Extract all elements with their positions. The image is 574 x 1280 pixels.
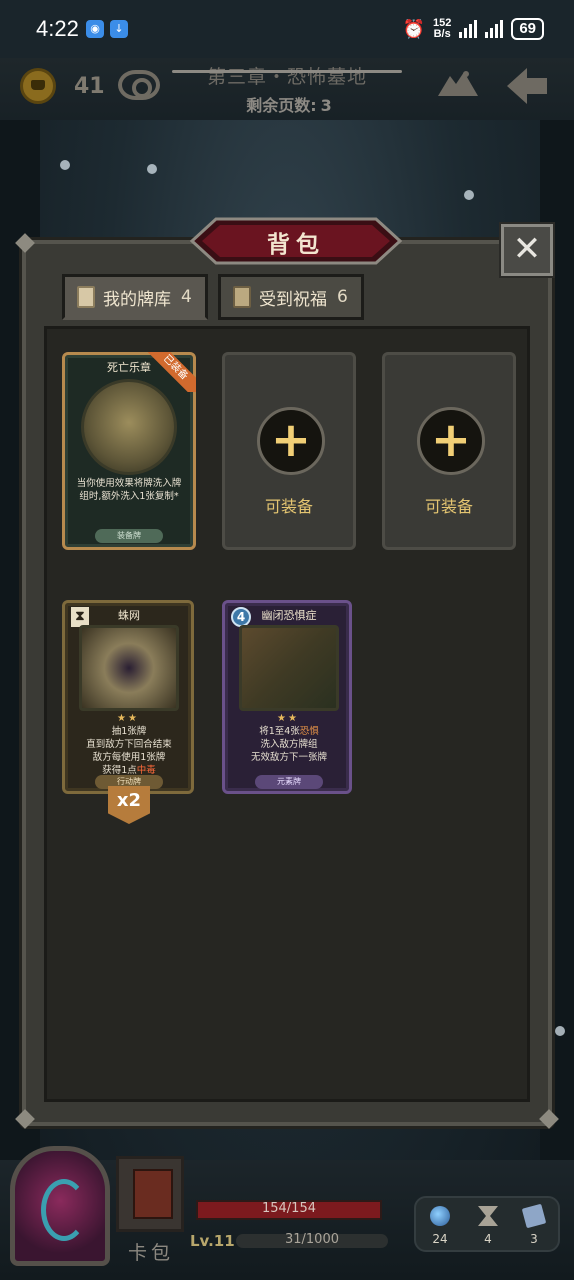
pages-left-label: 剩余页数:	[246, 96, 317, 115]
player-level: Lv.11	[190, 1232, 235, 1250]
treasure-chest-icon	[81, 379, 177, 475]
resource-value: 24	[432, 1232, 448, 1246]
resource-value: 3	[530, 1232, 538, 1246]
card-description: 当你使用效果将牌洗入牌组时,额外洗入1张复制*	[76, 478, 182, 502]
hourglass-icon	[478, 1206, 498, 1226]
deck-card-claustrophobia[interactable]: 4 幽闭恐惧症 ★★ 将1至4张恐惧 洗入敌方牌组 无效敌方下一张牌 元素牌	[222, 600, 352, 794]
card-title: 死亡乐章	[107, 361, 151, 374]
alarm-icon: ⏰	[402, 18, 425, 39]
system-status-bar: 4:22 ◉ ↓ ⏰ 152 B/s 69	[0, 0, 574, 58]
card-desc-text: 将1至4张	[259, 726, 300, 737]
equipped-card[interactable]: 已装备 死亡乐章 当你使用效果将牌洗入牌组时,额外洗入1张复制* 装备牌	[62, 352, 196, 550]
card-desc-line: 直到敌方下回合结束	[86, 739, 172, 750]
card-pack-label: 卡包	[127, 1242, 174, 1264]
card-title: 幽闭恐惧症	[261, 609, 317, 622]
card-icon	[77, 286, 95, 308]
gift-icon	[233, 286, 251, 308]
clock: 4:22	[36, 16, 79, 41]
pages-left-value: 3	[320, 96, 332, 115]
empty-equip-slot[interactable]: + 可装备	[382, 352, 516, 550]
card-type: 装备牌	[95, 529, 163, 543]
tab-count: 4	[181, 287, 192, 307]
battery-indicator: 69	[511, 18, 544, 40]
coin-icon	[20, 68, 56, 104]
hp-value: 154/154	[261, 1201, 316, 1216]
snowflake	[60, 160, 70, 170]
snowflake	[464, 190, 474, 200]
card-desc-line: 抽1张牌	[111, 726, 147, 737]
tab-count: 6	[337, 287, 348, 307]
back-arrow-icon[interactable]	[505, 66, 549, 106]
deck-card-spiderweb[interactable]: ⧗ 蛛网 ★★ 抽1张牌 直到敌方下回合结束 敌方每使用1张牌 获得1点中毒 行…	[62, 600, 194, 794]
character-portrait[interactable]	[10, 1146, 110, 1266]
xp-value: 31/1000	[284, 1232, 339, 1247]
resource-cards[interactable]: 3	[514, 1203, 554, 1246]
star-rating: ★★	[117, 713, 139, 724]
message-app-icon: ◉	[86, 20, 104, 38]
cards-icon	[521, 1203, 547, 1229]
signal-icon	[485, 20, 504, 38]
keyword-fear: 恐惧	[299, 726, 319, 737]
pages-left: 剩余页数: 3	[172, 92, 402, 116]
slot-label: 可装备	[424, 497, 473, 516]
card-type: 元素牌	[255, 775, 323, 789]
plus-icon: +	[417, 407, 485, 475]
eye-icon[interactable]	[118, 70, 160, 100]
card-description: 将1至4张恐惧 洗入敌方牌组 无效敌方下一张牌	[235, 725, 343, 764]
card-description: 抽1张牌 直到敌方下回合结束 敌方每使用1张牌 获得1点中毒	[75, 725, 183, 777]
resource-value: 4	[484, 1232, 492, 1246]
tab-label: 受到祝福	[259, 289, 327, 310]
orb-icon	[430, 1206, 450, 1226]
card-title: 蛛网	[118, 609, 140, 622]
tab-my-deck[interactable]: 我的牌库 4	[62, 274, 208, 320]
tab-blessings[interactable]: 受到祝福 6	[218, 274, 364, 320]
tab-label: 我的牌库	[103, 289, 171, 310]
download-app-icon: ↓	[110, 20, 128, 38]
resource-hourglass[interactable]: 4	[468, 1206, 508, 1246]
card-desc-line: 将1至4张恐惧	[235, 725, 343, 738]
card-pack-button[interactable]	[116, 1156, 184, 1232]
spider-icon	[79, 625, 179, 711]
status-icons: ⏰ 152 B/s 69	[403, 18, 544, 40]
chapter-title: 第三章・恐怖墓地	[172, 62, 402, 89]
snowflake	[555, 1026, 565, 1036]
signal-icon	[459, 20, 478, 38]
close-button[interactable]: ✕	[501, 224, 553, 276]
plus-icon: +	[257, 407, 325, 475]
star-rating: ★★	[277, 713, 299, 724]
resource-orbs[interactable]: 24	[420, 1206, 460, 1246]
backpack-title: 背包	[267, 232, 325, 258]
map-icon[interactable]	[436, 66, 480, 102]
network-speed: 152 B/s	[433, 18, 451, 40]
coffin-icon	[239, 625, 339, 711]
coin-count: 41	[74, 74, 105, 99]
slot-label: 可装备	[264, 497, 313, 516]
game-top-bar: 41 第三章・恐怖墓地 剩余页数: 3	[0, 58, 574, 120]
card-desc-line: 敌方每使用1张牌	[92, 752, 166, 763]
snowflake	[147, 164, 157, 174]
empty-equip-slot[interactable]: + 可装备	[222, 352, 356, 550]
network-speed-unit: B/s	[433, 28, 451, 40]
card-desc-line: 无效敌方下一张牌	[250, 752, 327, 763]
card-desc-line: 洗入敌方牌组	[260, 739, 318, 750]
